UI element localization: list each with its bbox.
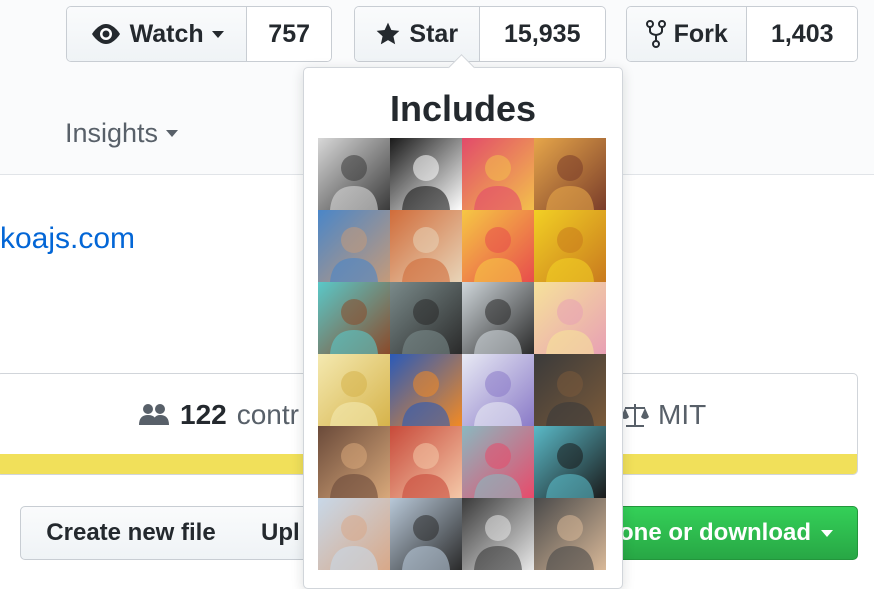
fork-button-group: Fork 1,403 bbox=[626, 6, 858, 62]
avatar-18[interactable] bbox=[390, 426, 462, 498]
avatar-16[interactable] bbox=[534, 354, 606, 426]
stargazers-popover: Includes bbox=[303, 54, 623, 589]
avatar-2[interactable] bbox=[390, 138, 462, 210]
create-new-file-button[interactable]: Create new file bbox=[20, 506, 242, 560]
fork-icon bbox=[645, 20, 666, 48]
avatar-3[interactable] bbox=[462, 138, 534, 210]
avatar-24[interactable] bbox=[534, 498, 606, 570]
license-name: MIT bbox=[658, 399, 707, 430]
avatar-13[interactable] bbox=[318, 354, 390, 426]
upload-files-button[interactable]: Upl bbox=[241, 506, 311, 560]
avatar-19[interactable] bbox=[462, 426, 534, 498]
avatar-4[interactable] bbox=[534, 138, 606, 210]
license-link[interactable]: MIT bbox=[620, 399, 706, 431]
chevron-down-icon bbox=[821, 529, 833, 537]
stargazers-count[interactable]: 15,935 bbox=[479, 7, 605, 61]
avatar-20[interactable] bbox=[534, 426, 606, 498]
star-icon bbox=[377, 22, 400, 45]
contributors-count: 122 bbox=[180, 399, 227, 430]
contributors-label: contr bbox=[236, 399, 299, 430]
avatar-10[interactable] bbox=[390, 282, 462, 354]
forks-count[interactable]: 1,403 bbox=[747, 7, 857, 61]
fork-button[interactable]: Fork bbox=[627, 7, 748, 61]
chevron-down-icon bbox=[166, 130, 179, 137]
avatar-21[interactable] bbox=[318, 498, 390, 570]
avatar-8[interactable] bbox=[534, 210, 606, 282]
avatar-6[interactable] bbox=[390, 210, 462, 282]
clone-download-button[interactable]: one or download bbox=[612, 506, 858, 560]
star-label: Star bbox=[409, 19, 459, 48]
law-icon bbox=[621, 404, 649, 427]
popover-title: Includes bbox=[389, 88, 537, 129]
repo-homepage-link[interactable]: koajs.com bbox=[0, 222, 135, 256]
avatar-22[interactable] bbox=[390, 498, 462, 570]
avatar-15[interactable] bbox=[462, 354, 534, 426]
avatar-5[interactable] bbox=[318, 210, 390, 282]
avatar-grid bbox=[318, 138, 606, 570]
avatar-14[interactable] bbox=[390, 354, 462, 426]
upload-files-label: Upl bbox=[261, 519, 300, 546]
avatar-7[interactable] bbox=[462, 210, 534, 282]
create-new-file-label: Create new file bbox=[46, 519, 216, 546]
avatar-17[interactable] bbox=[318, 426, 390, 498]
people-icon bbox=[139, 404, 169, 425]
star-button-group: Star 15,935 bbox=[354, 6, 606, 62]
tab-insights[interactable]: Insights bbox=[65, 118, 179, 149]
eye-icon bbox=[91, 24, 120, 44]
avatar-9[interactable] bbox=[318, 282, 390, 354]
clone-download-label: one or download bbox=[619, 519, 811, 546]
avatar-11[interactable] bbox=[462, 282, 534, 354]
watchers-count[interactable]: 757 bbox=[247, 7, 331, 61]
avatar-1[interactable] bbox=[318, 138, 390, 210]
watch-button[interactable]: Watch bbox=[67, 7, 248, 61]
watch-label: Watch bbox=[129, 19, 204, 48]
watch-button-group: Watch 757 bbox=[66, 6, 332, 62]
chevron-down-icon bbox=[211, 30, 224, 38]
avatar-23[interactable] bbox=[462, 498, 534, 570]
tab-insights-label: Insights bbox=[65, 118, 159, 148]
fork-label: Fork bbox=[673, 19, 728, 48]
avatar-12[interactable] bbox=[534, 282, 606, 354]
contributors-link[interactable]: 122 contr bbox=[138, 399, 299, 431]
